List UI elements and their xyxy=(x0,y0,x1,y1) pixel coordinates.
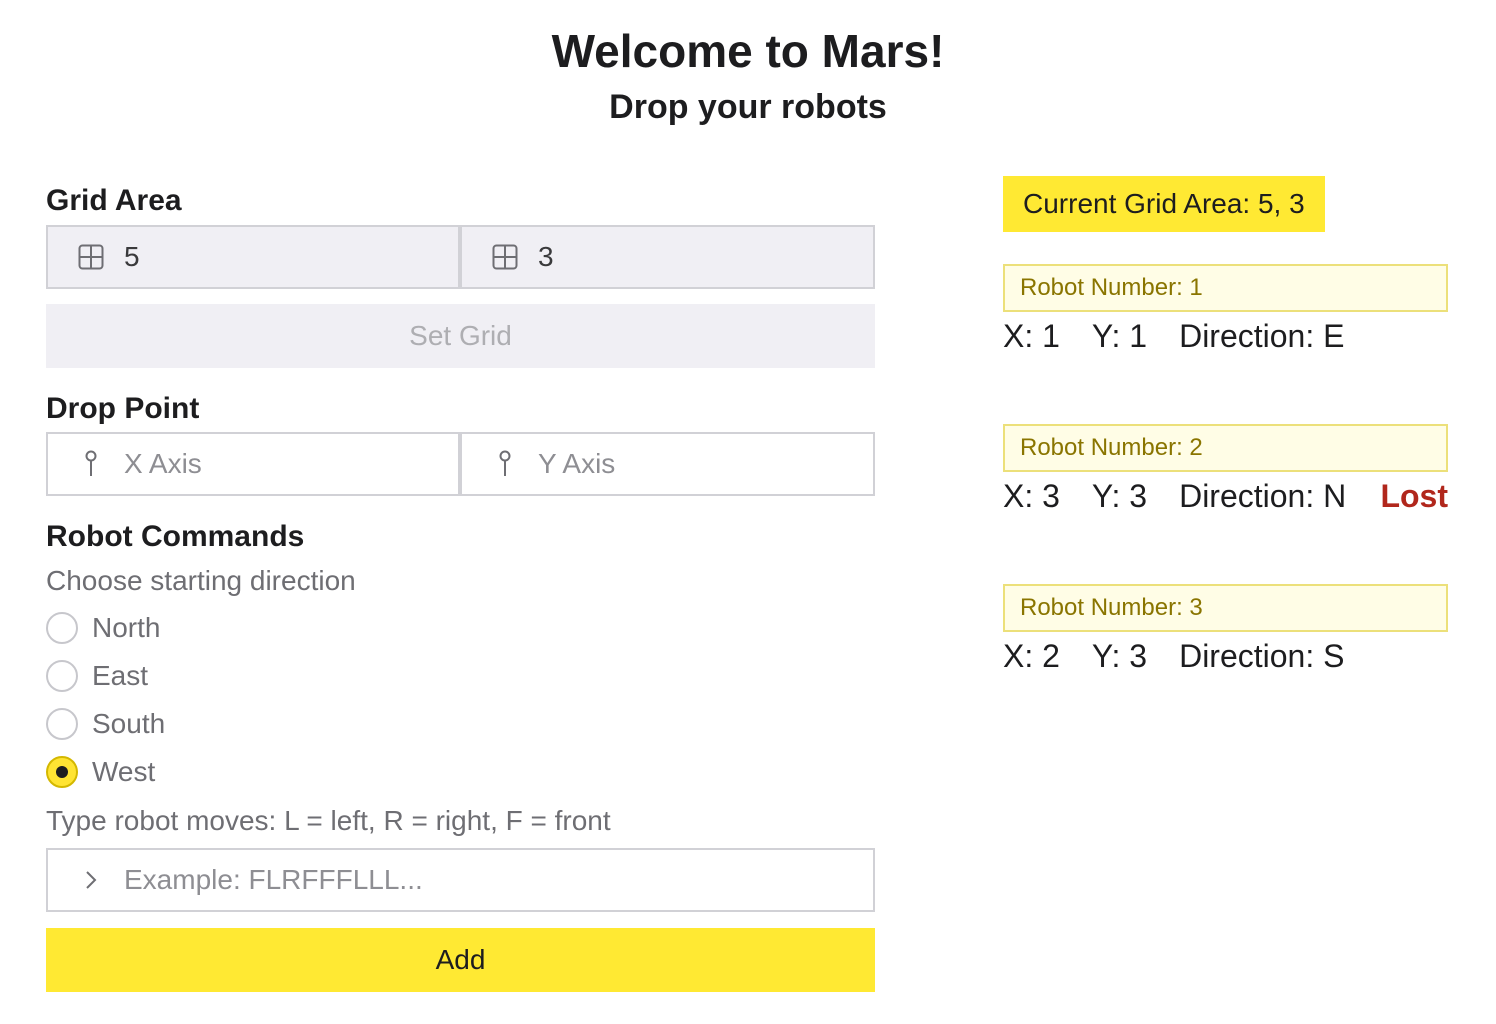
direction-hint: Choose starting direction xyxy=(46,565,356,596)
radio-circle-checked[interactable] xyxy=(46,756,78,788)
page-title: Welcome to Mars! xyxy=(551,25,945,77)
pin-icon xyxy=(76,449,106,479)
robot-card-1: Robot Number: 1 xyxy=(1003,264,1448,312)
radio-north[interactable]: North xyxy=(46,610,160,646)
robot-lost-status: Lost xyxy=(1380,478,1448,514)
grid-icon xyxy=(76,242,106,272)
robot-commands-label: Robot Commands xyxy=(46,520,305,553)
robot-info-2: X: 3 Y: 3 Direction: N Lost xyxy=(1003,478,1448,515)
moves-field[interactable] xyxy=(46,848,875,912)
grid-x-input[interactable] xyxy=(124,241,424,273)
robot-info-3: X: 2 Y: 3 Direction: S xyxy=(1003,638,1448,675)
radio-circle[interactable] xyxy=(46,612,78,644)
drop-y-input[interactable] xyxy=(538,448,838,480)
robot-card-3: Robot Number: 3 xyxy=(1003,584,1448,632)
radio-circle[interactable] xyxy=(46,708,78,740)
current-grid-badge: Current Grid Area: 5, 3 xyxy=(1003,176,1325,232)
set-grid-button[interactable]: Set Grid xyxy=(46,304,875,368)
radio-dot xyxy=(56,766,68,778)
robot-x: X: 1 xyxy=(1003,318,1060,354)
drop-x-input[interactable] xyxy=(124,448,424,480)
grid-icon xyxy=(490,242,520,272)
robot-direction: Direction: N xyxy=(1179,478,1347,514)
radio-south[interactable]: South xyxy=(46,706,165,742)
add-button[interactable]: Add xyxy=(46,928,875,992)
radio-label: East xyxy=(92,660,149,691)
radio-east[interactable]: East xyxy=(46,658,148,694)
page-subtitle: Drop your robots xyxy=(609,88,887,126)
robot-y: Y: 3 xyxy=(1091,478,1148,514)
drop-point-label: Drop Point xyxy=(46,392,200,425)
grid-area-label: Grid Area xyxy=(46,184,182,217)
robot-y: Y: 1 xyxy=(1091,318,1148,354)
robot-card-2: Robot Number: 2 xyxy=(1003,424,1448,472)
grid-x-field[interactable] xyxy=(46,225,460,289)
grid-y-input[interactable] xyxy=(538,241,838,273)
robot-direction: Direction: E xyxy=(1179,318,1345,354)
grid-y-field[interactable] xyxy=(460,225,875,289)
radio-circle[interactable] xyxy=(46,660,78,692)
moves-hint: Type robot moves: L = left, R = right, F… xyxy=(46,805,611,836)
radio-west[interactable]: West xyxy=(46,754,155,790)
pin-icon xyxy=(490,449,520,479)
robot-y: Y: 3 xyxy=(1091,638,1148,674)
robot-info-1: X: 1 Y: 1 Direction: E xyxy=(1003,318,1448,355)
chevron-right-icon xyxy=(76,865,106,895)
radio-label: West xyxy=(92,756,156,787)
radio-label: North xyxy=(92,612,161,643)
drop-y-field[interactable] xyxy=(460,432,875,496)
radio-label: South xyxy=(92,708,166,739)
robot-direction: Direction: S xyxy=(1179,638,1345,674)
robot-x: X: 3 xyxy=(1003,478,1060,514)
robot-x: X: 2 xyxy=(1003,638,1060,674)
moves-input[interactable] xyxy=(124,864,824,896)
drop-x-field[interactable] xyxy=(46,432,460,496)
